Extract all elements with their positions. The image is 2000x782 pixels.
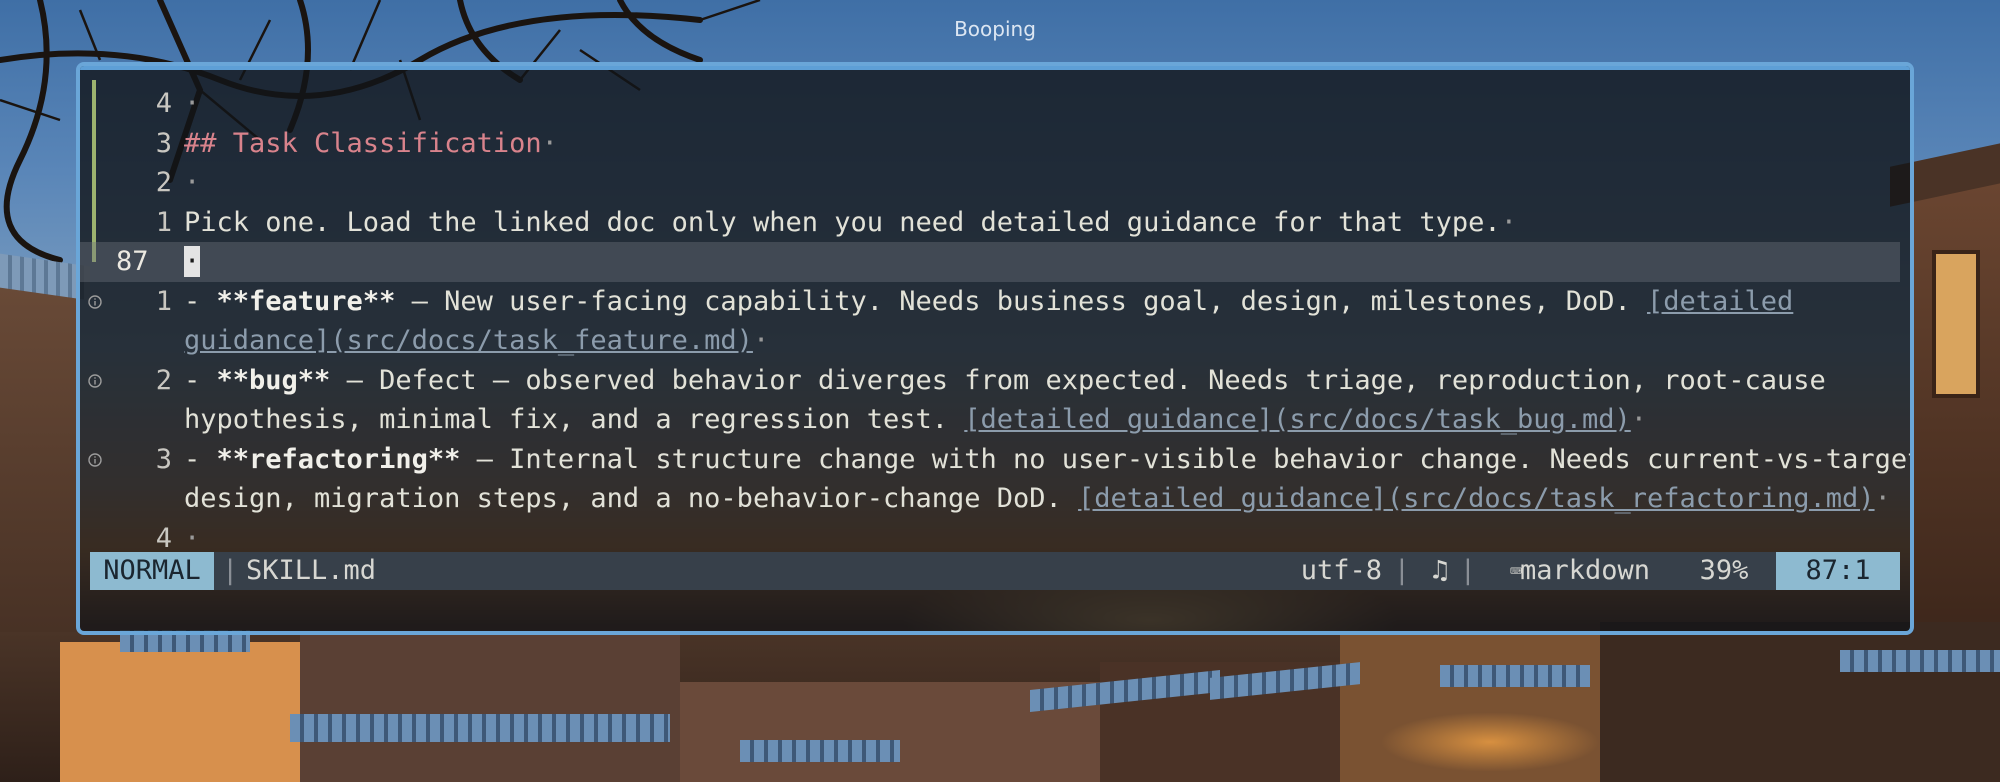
buffer-line[interactable]: 1- **feature** — New user-facing capabil… (80, 282, 1910, 322)
markdown-heading: ## Task Classification (184, 127, 542, 159)
text-span: hypothesis, minimal fix, and a regressio… (184, 404, 965, 435)
markdown-link[interactable]: [detailed (1647, 286, 1793, 317)
line-number: 2 (155, 167, 172, 198)
statusline: NORMAL | SKILL.md utf-8 | ♫ | ⌨ markdown… (90, 552, 1900, 590)
line-text: ## Task Classification· (184, 124, 558, 164)
text-span: - (184, 443, 217, 475)
wrapped-line[interactable]: hypothesis, minimal fix, and a regressio… (80, 400, 1910, 440)
text-span: - (184, 364, 217, 396)
bold-text: **refactoring** (216, 443, 461, 475)
editor-buffer[interactable]: 4 · 3 ## Task Classification· 2 · 1 Pick one. L… (80, 84, 1910, 558)
whitespace-marker: · (752, 325, 770, 356)
line-number: 4 (155, 88, 172, 119)
text-span: — Internal structure change with no user… (460, 443, 1914, 475)
whitespace-marker: · (184, 522, 201, 554)
line-text: hypothesis, minimal fix, and a regressio… (184, 400, 1647, 440)
whitespace-marker: · (1500, 206, 1517, 238)
text-cursor: · (184, 246, 201, 277)
statusline-right: utf-8 | ♫ | ⌨ markdown 39% 87:1 (90, 552, 1900, 590)
markdown-link[interactable]: [detailed guidance](src/docs/task_bug.md… (964, 404, 1630, 435)
line-text: Pick one. Load the linked doc only when … (184, 203, 1517, 243)
text-span: Pick one. Load the linked doc only when … (184, 206, 1501, 238)
file-type: markdown (1519, 555, 1650, 586)
buffer-line[interactable]: 2- **bug** — Defect — observed behavior … (80, 361, 1910, 401)
buffer-line[interactable]: 4 · (80, 84, 1910, 124)
statusline-separator: | (1393, 555, 1410, 586)
line-number: 3 (155, 443, 172, 475)
line-text: - **feature** — New user-facing capabili… (184, 282, 1793, 322)
line-text: design, migration steps, and a no-behavi… (184, 479, 1891, 519)
whitespace-marker: · (1630, 404, 1648, 435)
cursor-position: 87:1 (1776, 552, 1900, 590)
line-number: 2 (155, 364, 172, 396)
line-number: 1 (155, 206, 172, 238)
window-title: Booping (954, 17, 1036, 41)
line-text: · (184, 163, 200, 203)
cursor-line[interactable]: 87 · (80, 242, 1900, 282)
text-span: design, migration steps, and a no-behavi… (184, 483, 1079, 514)
bold-text: **feature** (216, 285, 396, 317)
line-text: · (184, 84, 200, 124)
scroll-percent: 39% (1699, 555, 1749, 586)
line-number: 3 (155, 127, 172, 159)
line-text: · (184, 242, 201, 282)
whitespace-marker: · (541, 127, 558, 159)
text-span: — Defect — observed behavior diverges fr… (330, 364, 1826, 396)
whitespace-marker: · (184, 167, 201, 198)
buffer-line[interactable]: 1 Pick one. Load the linked doc only when… (80, 203, 1910, 243)
buffer-line[interactable]: 3- **refactoring** — Internal structure … (80, 440, 1910, 480)
line-number: 1 (155, 285, 172, 317)
wrapped-line[interactable]: guidance](src/docs/task_feature.md)· (80, 321, 1910, 361)
bold-text: **bug** (216, 364, 331, 396)
terminal-window[interactable]: 4 · 3 ## Task Classification· 2 · 1 Pick one. L… (76, 62, 1914, 635)
line-text: - **refactoring** — Internal structure c… (184, 440, 1914, 480)
text-span: — New user-facing capability. Needs busi… (395, 285, 1647, 317)
window-border-top (80, 66, 1910, 70)
buffer-line[interactable]: 2 · (80, 163, 1910, 203)
buffer-line[interactable]: 3 ## Task Classification· (80, 124, 1910, 164)
line-text: - **bug** — Defect — observed behavior d… (184, 361, 1826, 401)
markdown-link[interactable]: [detailed guidance](src/docs/task_refact… (1078, 483, 1875, 514)
street-houses (0, 622, 2000, 782)
markdown-link[interactable]: guidance](src/docs/task_feature.md) (184, 325, 753, 356)
whitespace-marker: · (1874, 483, 1891, 514)
text-span: - (184, 285, 217, 317)
whitespace-marker: · (184, 88, 201, 119)
wrapped-line[interactable]: design, migration steps, and a no-behavi… (80, 479, 1910, 519)
line-text: guidance](src/docs/task_feature.md)· (184, 321, 769, 361)
linux-tux-icon: ♫ (1431, 555, 1448, 586)
file-encoding: utf-8 (1300, 555, 1382, 586)
statusline-separator: | (1459, 555, 1476, 586)
